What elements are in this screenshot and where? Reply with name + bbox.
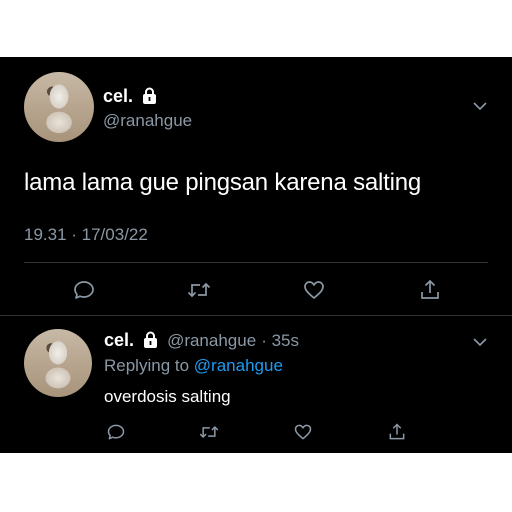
username[interactable]: @ranahgue — [167, 331, 256, 350]
display-name-text: cel. — [103, 86, 134, 106]
lock-icon — [144, 331, 158, 348]
chevron-down-icon[interactable] — [472, 101, 488, 111]
tweet-screenshot: cel. @ranahgue lama lama gue pingsan kar… — [0, 57, 512, 453]
share-icon — [421, 279, 439, 299]
tweet-text: lama lama gue pingsan karena salting — [24, 169, 422, 196]
retweet-button[interactable] — [185, 276, 213, 304]
chevron-down-icon[interactable] — [472, 337, 488, 347]
divider — [24, 262, 488, 263]
retweet-button[interactable] — [197, 420, 221, 444]
replying-to-mention[interactable]: @ranahgue — [194, 356, 283, 375]
like-icon — [294, 424, 312, 440]
like-icon — [304, 281, 324, 299]
share-button[interactable] — [385, 420, 409, 444]
retweet-icon — [187, 282, 211, 298]
reply-text: overdosis salting — [104, 387, 231, 406]
lock-icon — [143, 87, 157, 104]
reply-time[interactable]: · 35s — [261, 331, 299, 350]
reply-icon — [74, 281, 94, 299]
replying-to-label: Replying to — [104, 356, 190, 375]
like-button[interactable] — [300, 276, 328, 304]
replying-to: Replying to @ranahgue — [104, 356, 283, 376]
like-button[interactable] — [291, 420, 315, 444]
reply-icon — [107, 424, 125, 440]
tweet-timestamp[interactable]: 19.31 · 17/03/22 — [24, 225, 148, 245]
reply-button[interactable] — [70, 276, 98, 304]
retweet-icon — [199, 425, 219, 439]
username[interactable]: @ranahgue — [103, 111, 192, 131]
avatar[interactable] — [24, 329, 92, 397]
avatar[interactable] — [24, 72, 94, 142]
display-name-text[interactable]: cel. — [104, 330, 134, 350]
share-icon — [389, 423, 405, 440]
reply-button[interactable] — [104, 420, 128, 444]
divider — [0, 315, 512, 316]
share-button[interactable] — [416, 276, 444, 304]
display-name[interactable]: cel. — [103, 86, 157, 107]
reply-header: cel. @ranahgue · 35s — [104, 330, 299, 351]
